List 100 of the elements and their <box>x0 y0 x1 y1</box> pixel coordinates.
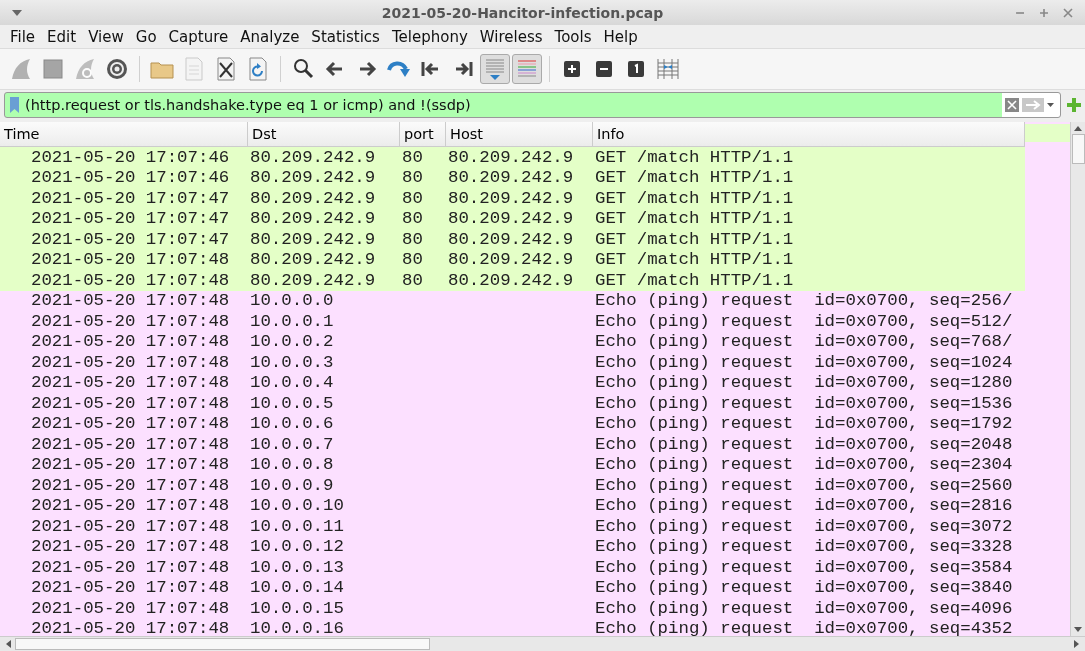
packet-row[interactable]: 2021-05-20 17:07:47 80.209.242.9 80 80.209.242.9 GET /match HTTP/1.1 <box>0 208 1025 229</box>
add-filter-icon[interactable] <box>1067 98 1081 112</box>
packet-row[interactable]: 2021-05-20 17:07:48 10.0.0.12 Echo (ping) request id=0x0700, seq=3328 <box>0 536 1025 557</box>
table-cell: Echo (ping) request id=0x0700, seq=3328 <box>595 537 1013 557</box>
table-cell: 10.0.0.0 <box>250 291 334 311</box>
table-cell: 2021-05-20 17:07:48 <box>31 434 230 454</box>
packet-row[interactable]: 2021-05-20 17:07:48 10.0.0.2 Echo (ping) request id=0x0700, seq=768/ <box>0 331 1025 352</box>
table-cell: 80 <box>402 168 423 188</box>
packet-row[interactable]: 2021-05-20 17:07:48 10.0.0.15 Echo (ping) request id=0x0700, seq=4096 <box>0 598 1025 619</box>
dropdown-caret-icon[interactable] <box>1047 103 1054 107</box>
menu-item[interactable]: Wireless <box>473 27 549 46</box>
table-cell: 2021-05-20 17:07:48 <box>31 373 230 393</box>
scroll-down-icon[interactable] <box>1074 627 1082 632</box>
table-cell: Echo (ping) request id=0x0700, seq=3072 <box>595 516 1013 536</box>
table-cell: Echo (ping) request id=0x0700, seq=1536 <box>595 393 1013 413</box>
table-cell: 10.0.0.4 <box>250 373 334 393</box>
packet-row[interactable]: 2021-05-20 17:07:48 10.0.0.10 Echo (ping) request id=0x0700, seq=2816 <box>0 495 1025 516</box>
table-cell: 10.0.0.12 <box>250 537 344 557</box>
table-cell: 2021-05-20 17:07:48 <box>31 619 230 636</box>
scroll-left-icon[interactable] <box>6 640 11 648</box>
table-cell: 2021-05-20 17:07:48 <box>31 352 230 372</box>
table-cell: 10.0.0.2 <box>250 332 334 352</box>
table-cell: 80.209.242.9 <box>250 270 376 290</box>
menu-item[interactable]: Go <box>129 27 163 46</box>
filter-text: (http.request or tls.handshake.type eq 1 or icmp) and !(ssdp) <box>25 97 472 113</box>
menu-item[interactable]: Tools <box>548 27 598 46</box>
scroll-thumb[interactable] <box>15 638 430 650</box>
packet-row[interactable]: 2021-05-20 17:07:46 80.209.242.9 80 80.209.242.9 GET /match HTTP/1.1 <box>0 147 1025 168</box>
packet-row[interactable]: 2021-05-20 17:07:48 10.0.0.9 Echo (ping) request id=0x0700, seq=2560 <box>0 475 1025 496</box>
table-cell: GET /match HTTP/1.1 <box>595 147 794 167</box>
packet-row[interactable]: 2021-05-20 17:07:48 10.0.0.11 Echo (ping) request id=0x0700, seq=3072 <box>0 516 1025 537</box>
packet-row[interactable]: 2021-05-20 17:07:48 10.0.0.3 Echo (ping) request id=0x0700, seq=1024 <box>0 352 1025 373</box>
table-cell: Echo (ping) request id=0x0700, seq=4096 <box>595 598 1013 618</box>
column-header[interactable]: Time <box>0 122 248 146</box>
table-cell: Echo (ping) request id=0x0700, seq=512/ <box>595 311 1013 331</box>
table-cell: GET /match HTTP/1.1 <box>595 270 794 290</box>
table-cell: 80.209.242.9 <box>250 250 376 270</box>
table-cell: Echo (ping) request id=0x0700, seq=768/ <box>595 332 1013 352</box>
packet-row[interactable]: 2021-05-20 17:07:48 80.209.242.9 80 80.209.242.9 GET /match HTTP/1.1 <box>0 249 1025 270</box>
table-cell: 2021-05-20 17:07:48 <box>31 291 230 311</box>
table-cell: Echo (ping) request id=0x0700, seq=1024 <box>595 352 1013 372</box>
window-menu-icon[interactable] <box>12 9 22 16</box>
display-filter-field[interactable]: (http.request or tls.handshake.type eq 1 or icmp) and !(ssdp) <box>4 92 1061 118</box>
column-header[interactable]: port <box>400 122 446 146</box>
maximize-icon[interactable] <box>1039 7 1049 18</box>
table-cell: 80.209.242.9 <box>448 270 574 290</box>
table-cell: GET /match HTTP/1.1 <box>595 188 794 208</box>
scroll-right-icon[interactable] <box>1074 640 1079 648</box>
packet-row[interactable]: 2021-05-20 17:07:48 10.0.0.5 Echo (ping) request id=0x0700, seq=1536 <box>0 393 1025 414</box>
table-cell: 80.209.242.9 <box>250 188 376 208</box>
packet-row[interactable]: 2021-05-20 17:07:47 80.209.242.9 80 80.209.242.9 GET /match HTTP/1.1 <box>0 229 1025 250</box>
packet-row[interactable]: 2021-05-20 17:07:48 10.0.0.1 Echo (ping) request id=0x0700, seq=512/ <box>0 311 1025 332</box>
bookmark-icon[interactable] <box>10 97 19 113</box>
table-cell: 10.0.0.11 <box>250 516 344 536</box>
packet-row[interactable]: 2021-05-20 17:07:47 80.209.242.9 80 80.209.242.9 GET /match HTTP/1.1 <box>0 188 1025 209</box>
clear-icon[interactable] <box>1005 98 1019 112</box>
table-cell: GET /match HTTP/1.1 <box>595 229 794 249</box>
menu-item[interactable]: File <box>4 27 42 46</box>
table-cell: 2021-05-20 17:07:48 <box>31 578 230 598</box>
packet-row[interactable]: 2021-05-20 17:07:48 10.0.0.14 Echo (ping) request id=0x0700, seq=3840 <box>0 577 1025 598</box>
scroll-up-icon[interactable] <box>1074 126 1082 131</box>
menu-item[interactable]: Analyze <box>234 27 306 46</box>
table-cell: 10.0.0.1 <box>250 311 334 331</box>
packet-row[interactable]: 2021-05-20 17:07:48 80.209.242.9 80 80.209.242.9 GET /match HTTP/1.1 <box>0 270 1025 291</box>
vertical-scrollbar[interactable] <box>1070 122 1085 636</box>
horizontal-scrollbar[interactable] <box>0 636 1085 651</box>
packet-row[interactable]: 2021-05-20 17:07:48 10.0.0.0 Echo (ping) request id=0x0700, seq=256/ <box>0 290 1025 311</box>
table-cell: 80.209.242.9 <box>250 209 376 229</box>
table-cell: 2021-05-20 17:07:47 <box>31 229 230 249</box>
table-cell: 10.0.0.8 <box>250 455 334 475</box>
table-cell: 2021-05-20 17:07:48 <box>31 537 230 557</box>
table-cell: 80.209.242.9 <box>448 188 574 208</box>
packet-row[interactable]: 2021-05-20 17:07:48 10.0.0.6 Echo (ping) request id=0x0700, seq=1792 <box>0 413 1025 434</box>
table-cell: GET /match HTTP/1.1 <box>595 250 794 270</box>
packet-row[interactable]: 2021-05-20 17:07:48 10.0.0.13 Echo (ping) request id=0x0700, seq=3584 <box>0 557 1025 578</box>
menu-item[interactable]: Capture <box>162 27 235 46</box>
table-cell: 2021-05-20 17:07:46 <box>31 147 230 167</box>
menu-item[interactable]: Help <box>597 27 644 46</box>
packet-row[interactable]: 2021-05-20 17:07:46 80.209.242.9 80 80.209.242.9 GET /match HTTP/1.1 <box>0 167 1025 188</box>
column-header[interactable]: Host <box>446 122 593 146</box>
table-cell: 10.0.0.5 <box>250 393 334 413</box>
table-cell: 80.209.242.9 <box>448 168 574 188</box>
table-cell: Echo (ping) request id=0x0700, seq=2048 <box>595 434 1013 454</box>
table-cell: 80 <box>402 250 423 270</box>
packet-row[interactable]: 2021-05-20 17:07:48 10.0.0.4 Echo (ping) request id=0x0700, seq=1280 <box>0 372 1025 393</box>
table-cell: Echo (ping) request id=0x0700, seq=1280 <box>595 373 1013 393</box>
table-cell: 2021-05-20 17:07:48 <box>31 598 230 618</box>
table-cell: 80 <box>402 229 423 249</box>
table-cell: 80 <box>402 270 423 290</box>
packet-row[interactable]: 2021-05-20 17:07:48 10.0.0.7 Echo (ping) request id=0x0700, seq=2048 <box>0 434 1025 455</box>
table-cell: 10.0.0.9 <box>250 475 334 495</box>
menu-item[interactable]: Telephony <box>385 27 474 46</box>
menu-item[interactable]: View <box>82 27 130 46</box>
table-cell: 80.209.242.9 <box>250 147 376 167</box>
scroll-thumb[interactable] <box>1071 134 1085 164</box>
table-cell: 2021-05-20 17:07:48 <box>31 250 230 270</box>
menu-item[interactable]: Statistics <box>305 27 386 46</box>
menu-item[interactable]: Edit <box>41 27 83 46</box>
packet-row[interactable]: 2021-05-20 17:07:48 10.0.0.8 Echo (ping) request id=0x0700, seq=2304 <box>0 454 1025 475</box>
column-header[interactable]: Dst <box>248 122 400 146</box>
